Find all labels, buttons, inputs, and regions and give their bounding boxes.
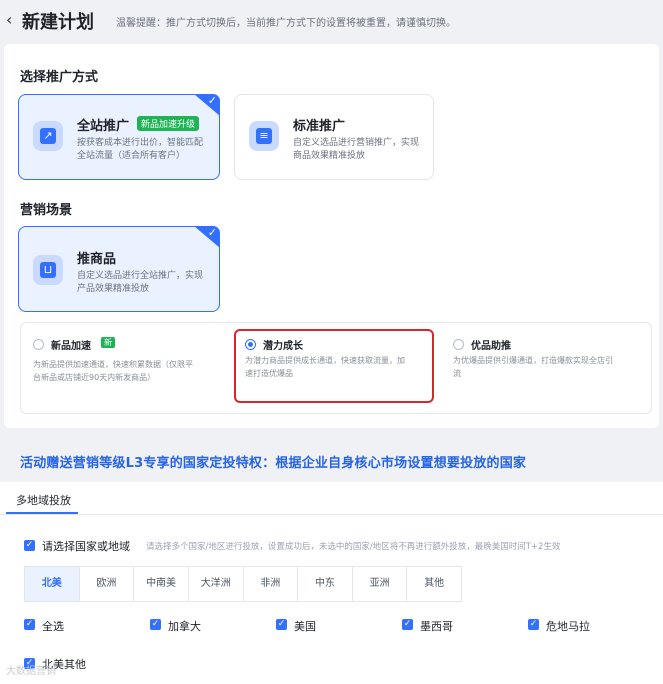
selected-check-icon: ✓	[194, 94, 220, 116]
highlight-box	[234, 329, 434, 403]
scene-card-desc: 产品效果精准投放	[77, 284, 150, 294]
country-label: 全选	[42, 620, 64, 633]
selected-check-icon: ✓	[194, 226, 220, 248]
tab-oceania[interactable]: 大洋洲	[189, 567, 244, 601]
radio-button[interactable]	[453, 339, 464, 350]
scene-card-push-product[interactable]: ✓ ⊔ 推商品 自定义选品进行全站推广，实现 产品效果精准投放	[18, 226, 220, 312]
shopping-basket-icon: ⊔	[33, 255, 63, 285]
page-header: ‹ 新建计划 温馨提醒：推广方式切换后，当前推广方式下的设置将被重置，请谨慎切换…	[0, 0, 663, 40]
checkbox-mexico[interactable]: ✓	[402, 619, 413, 630]
new-badge: 新	[101, 337, 115, 348]
promo-method-title: 选择推广方式	[20, 70, 99, 85]
region-hint: 请选择多个国家/地区进行投放，设置成功后，未选中的国家/地区将不再进行额外投放，…	[146, 542, 561, 552]
promo-card-desc: 自定义选品进行营销推广，实现	[293, 138, 420, 148]
option-desc: 为优爆品提供引爆通道，打造爆款实现全店引	[453, 356, 613, 365]
promo-card-title: 全站推广	[77, 119, 130, 134]
tab-middle-east[interactable]: 中东	[298, 567, 353, 601]
divider	[0, 514, 663, 515]
checkbox-canada[interactable]: ✓	[150, 619, 161, 630]
full-site-promo-icon: ↗	[33, 121, 63, 151]
tab-other[interactable]: 其他	[407, 567, 461, 601]
marketing-scene-title: 营销场景	[20, 203, 73, 218]
radio-button[interactable]	[33, 339, 44, 350]
promo-banner: 活动赠送营销等级L3专享的国家定投特权：根据企业自身核心市场设置想要投放的国家	[20, 456, 527, 471]
watermark: 大数据营销	[6, 666, 56, 677]
continent-tabs: 北美 欧洲 中南美 大洋洲 非洲 中东 亚洲 其他	[24, 566, 462, 602]
scene-card-title: 推商品	[77, 252, 117, 267]
option-desc: 流	[453, 369, 461, 378]
checkbox-select-region[interactable]: ✓	[24, 540, 35, 551]
promo-card-desc: 按获客成本进行出价，智能匹配	[77, 138, 204, 148]
tab-europe[interactable]: 欧洲	[80, 567, 135, 601]
promo-card-standard[interactable]: ≡ 标准推广 自定义选品进行营销推广，实现 商品效果精准投放	[234, 94, 434, 180]
country-label: 美国	[294, 620, 316, 633]
promo-card-title: 标准推广	[293, 119, 346, 134]
promo-card-desc: 全站流量（适合所有客户）	[77, 151, 186, 161]
option-desc: 台新品或店铺近90天内新发商品）	[33, 373, 156, 382]
country-label: 墨西哥	[420, 620, 453, 633]
new-product-badge: 新品加速升级	[137, 116, 200, 131]
tab-latin-america[interactable]: 中南美	[134, 567, 189, 601]
tab-multi-region[interactable]: 多地域投放	[16, 492, 71, 508]
option-desc: 为新品提供加速通道，快速积累数据（仅限平	[33, 360, 193, 369]
switch-warning-tip: 温馨提醒：推广方式切换后，当前推广方式下的设置将被重置，请谨慎切换。	[116, 18, 456, 29]
scene-card-desc: 自定义选品进行全站推广，实现	[77, 271, 204, 281]
option-title: 优品助推	[471, 341, 511, 352]
checkbox-usa[interactable]: ✓	[276, 619, 287, 630]
checkbox-guatemala[interactable]: ✓	[528, 619, 539, 630]
checkbox-select-all[interactable]: ✓	[24, 619, 35, 630]
option-new-product-boost[interactable]: 新品加速 新 为新品提供加速通道，快速积累数据（仅限平 台新品或店铺近90天内新…	[21, 323, 231, 413]
standard-promo-icon: ≡	[249, 121, 279, 151]
select-region-label: 请选择国家或地域	[42, 540, 130, 553]
tab-asia[interactable]: 亚洲	[353, 567, 408, 601]
option-quality-boost[interactable]: 优品助推 为优爆品提供引爆通道，打造爆款实现全店引 流	[445, 323, 651, 413]
option-title: 新品加速	[51, 341, 91, 352]
back-icon[interactable]: ‹	[6, 10, 12, 29]
promo-card-full-site[interactable]: ✓ ↗ 全站推广 新品加速升级 按获客成本进行出价，智能匹配 全站流量（适合所有…	[18, 94, 220, 180]
tab-africa[interactable]: 非洲	[244, 567, 299, 601]
tab-north-america[interactable]: 北美	[25, 567, 80, 601]
country-label: 危地马拉	[546, 620, 590, 633]
promo-card-desc: 商品效果精准投放	[293, 151, 366, 161]
country-label: 加拿大	[168, 620, 201, 633]
page-title: 新建计划	[22, 12, 94, 33]
